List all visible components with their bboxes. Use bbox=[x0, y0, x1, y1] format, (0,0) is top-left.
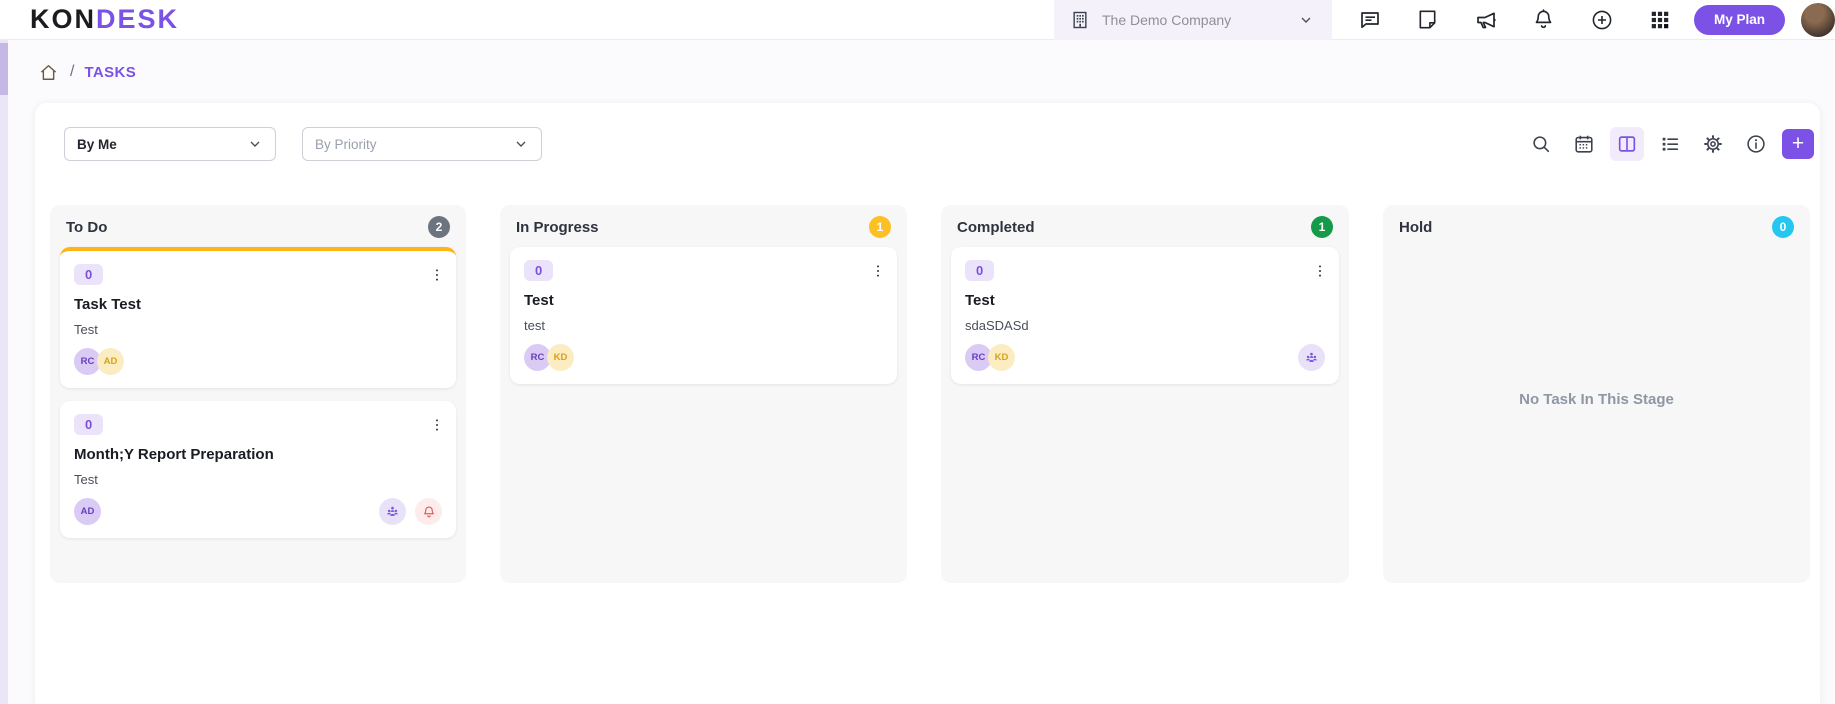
subtask-count-chip: 0 bbox=[74, 264, 104, 285]
chevron-down-icon bbox=[513, 136, 529, 152]
card-indicator-icons bbox=[379, 498, 442, 525]
kanban-board: To Do 2 0 Task Test Test RC AD 0 Month;Y… bbox=[35, 205, 1820, 583]
settings-gear-icon[interactable] bbox=[1696, 127, 1730, 161]
assignee-filter-select[interactable]: By Me bbox=[64, 127, 276, 161]
card-description: Test bbox=[74, 472, 98, 487]
chat-icon[interactable] bbox=[1358, 8, 1382, 32]
megaphone-icon[interactable] bbox=[1474, 8, 1498, 32]
add-circle-icon[interactable] bbox=[1590, 8, 1614, 32]
card-description: test bbox=[524, 318, 545, 333]
home-icon[interactable] bbox=[36, 60, 60, 84]
avatar[interactable]: KD bbox=[988, 344, 1015, 371]
empty-stage-message: No Task In This Stage bbox=[1519, 390, 1674, 408]
view-toolbar: + bbox=[1524, 127, 1814, 161]
assignee-filter-value: By Me bbox=[77, 136, 117, 152]
note-icon[interactable] bbox=[1416, 8, 1440, 32]
info-icon[interactable] bbox=[1739, 127, 1773, 161]
card-title: Month;Y Report Preparation bbox=[74, 446, 274, 463]
card-menu-icon[interactable] bbox=[868, 260, 888, 282]
column-header: To Do 2 bbox=[50, 205, 466, 245]
logo-text-desk: DESK bbox=[96, 4, 180, 34]
app-root: KON DESK The Demo Company My Plan / TASK… bbox=[0, 0, 1835, 704]
column-count-badge: 1 bbox=[869, 216, 891, 238]
list-view-icon[interactable] bbox=[1653, 127, 1687, 161]
column-count-badge: 2 bbox=[428, 216, 450, 238]
logo-text-kon: KON bbox=[30, 4, 96, 34]
assignee-avatars: RC KD bbox=[524, 344, 883, 371]
breadcrumb-current[interactable]: TASKS bbox=[84, 64, 136, 81]
add-task-button[interactable]: + bbox=[1782, 129, 1814, 159]
card-footer: RC KD bbox=[965, 344, 1325, 371]
search-icon[interactable] bbox=[1524, 127, 1558, 161]
card-title: Test bbox=[965, 292, 995, 309]
card-indicator-icons bbox=[1298, 344, 1325, 371]
column-header: Hold 0 bbox=[1383, 205, 1810, 245]
kondesk-logo: KON DESK bbox=[30, 4, 179, 35]
assignee-avatars: RC KD bbox=[965, 344, 1298, 371]
left-scrollbar[interactable] bbox=[0, 40, 8, 704]
chevron-down-icon bbox=[1294, 8, 1318, 32]
priority-filter-select[interactable]: By Priority bbox=[302, 127, 542, 161]
column-completed: Completed 1 0 Test sdaSDASd RC KD bbox=[941, 205, 1349, 583]
card-title: Test bbox=[524, 292, 554, 309]
card-menu-icon[interactable] bbox=[427, 264, 447, 286]
card-description: sdaSDASd bbox=[965, 318, 1029, 333]
user-avatar[interactable] bbox=[1801, 2, 1835, 37]
task-card[interactable]: 0 Test test RC KD bbox=[510, 247, 897, 384]
assignee-avatars: RC AD bbox=[74, 348, 442, 375]
column-cards: 0 Test test RC KD bbox=[500, 245, 907, 407]
header-icon-group bbox=[1358, 8, 1672, 32]
card-description: Test bbox=[74, 322, 98, 337]
column-header: In Progress 1 bbox=[500, 205, 907, 245]
avatar[interactable]: AD bbox=[74, 498, 101, 525]
card-footer: RC AD bbox=[74, 348, 442, 375]
column-cards: 0 Test sdaSDASd RC KD bbox=[941, 245, 1349, 407]
avatar[interactable]: KD bbox=[547, 344, 574, 371]
column-header: Completed 1 bbox=[941, 205, 1349, 245]
column-title: In Progress bbox=[516, 218, 599, 236]
card-menu-icon[interactable] bbox=[427, 414, 447, 436]
task-card[interactable]: 0 Test sdaSDASd RC KD bbox=[951, 247, 1339, 384]
column-todo: To Do 2 0 Task Test Test RC AD 0 Month;Y… bbox=[50, 205, 466, 583]
column-count-badge: 0 bbox=[1772, 216, 1794, 238]
task-card[interactable]: 0 Task Test Test RC AD bbox=[60, 247, 456, 388]
company-name: The Demo Company bbox=[1101, 11, 1232, 28]
avatar[interactable]: AD bbox=[97, 348, 124, 375]
task-card[interactable]: 0 Month;Y Report Preparation Test AD bbox=[60, 401, 456, 538]
column-title: To Do bbox=[66, 218, 108, 236]
assignee-avatars: AD bbox=[74, 498, 379, 525]
breadcrumb-separator: / bbox=[70, 63, 75, 80]
column-cards: 0 Task Test Test RC AD 0 Month;Y Report … bbox=[50, 245, 466, 561]
column-title: Hold bbox=[1399, 218, 1433, 236]
subtask-count-chip: 0 bbox=[524, 260, 554, 281]
apps-grid-icon[interactable] bbox=[1648, 8, 1672, 32]
card-footer: AD bbox=[74, 498, 442, 525]
filter-row: By Me By Priority + bbox=[35, 127, 1820, 161]
top-header: KON DESK The Demo Company My Plan bbox=[0, 0, 1835, 40]
breadcrumb: / TASKS bbox=[36, 60, 136, 84]
kanban-view-icon[interactable] bbox=[1610, 127, 1644, 161]
left-scrollbar-thumb[interactable] bbox=[0, 43, 8, 95]
priority-filter-placeholder: By Priority bbox=[315, 136, 377, 152]
my-plan-button[interactable]: My Plan bbox=[1693, 4, 1785, 35]
chevron-down-icon bbox=[247, 136, 263, 152]
team-icon[interactable] bbox=[1298, 344, 1325, 371]
column-hold: Hold 0 No Task In This Stage bbox=[1383, 205, 1810, 583]
card-menu-icon[interactable] bbox=[1310, 260, 1330, 282]
team-icon[interactable] bbox=[379, 498, 406, 525]
column-count-badge: 1 bbox=[1311, 216, 1333, 238]
card-title: Task Test bbox=[74, 296, 141, 313]
building-icon bbox=[1068, 8, 1092, 32]
reminder-bell-icon[interactable] bbox=[415, 498, 442, 525]
column-title: Completed bbox=[957, 218, 1035, 236]
company-selector[interactable]: The Demo Company bbox=[1053, 0, 1332, 40]
subtask-count-chip: 0 bbox=[74, 414, 104, 435]
tasks-panel: By Me By Priority + To Do 2 0 Task Test … bbox=[35, 103, 1820, 704]
subtask-count-chip: 0 bbox=[965, 260, 995, 281]
column-in-progress: In Progress 1 0 Test test RC KD bbox=[500, 205, 907, 583]
card-footer: RC KD bbox=[524, 344, 883, 371]
calendar-view-icon[interactable] bbox=[1567, 127, 1601, 161]
notification-bell-icon[interactable] bbox=[1532, 8, 1556, 32]
